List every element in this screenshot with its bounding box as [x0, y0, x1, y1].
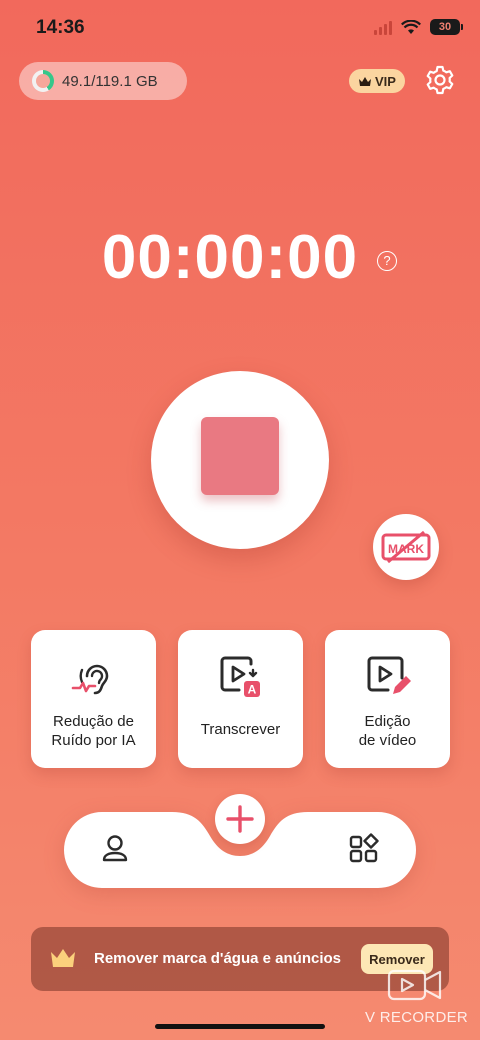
storage-ring-icon [32, 70, 54, 92]
transcribe-card[interactable]: A Transcrever [178, 630, 303, 768]
video-edit-label: Edição de vídeo [359, 712, 417, 750]
recorder-watermark-icon [387, 969, 442, 1001]
transcribe-label-line1: Transcrever [200, 721, 281, 738]
stop-icon [201, 417, 279, 495]
remove-ads-text: Remover marca d'água e anúncios [94, 950, 341, 967]
transcribe-label: Transcrever [201, 720, 280, 739]
noise-reduction-label-line2: Ruído por IA [51, 732, 136, 749]
vip-button[interactable]: VIP [349, 69, 405, 93]
cellular-signal-icon [374, 20, 392, 35]
mark-label: MARK [388, 542, 424, 556]
apps-grid-icon[interactable] [349, 833, 379, 863]
crown-icon [359, 76, 372, 86]
help-icon[interactable]: ? [377, 251, 397, 271]
mark-button[interactable]: MARK [373, 514, 439, 580]
noise-reduction-card[interactable]: Redução de Ruído por IA [31, 630, 156, 768]
storage-text: 49.1/119.1 GB [62, 72, 158, 90]
status-time: 14:36 [36, 17, 85, 38]
battery-icon: 30 [430, 19, 463, 35]
status-bar: 14:36 30 [0, 0, 480, 58]
crown-icon [51, 949, 75, 967]
gear-icon[interactable] [424, 64, 456, 96]
status-icons: 30 [374, 19, 463, 35]
ear-noise-icon [71, 664, 108, 695]
noise-reduction-label-line1: Redução de [53, 713, 134, 730]
battery-level: 30 [438, 21, 452, 33]
record-button[interactable] [151, 371, 329, 549]
vip-label: VIP [375, 73, 396, 89]
storage-indicator[interactable]: 49.1/119.1 GB [19, 62, 187, 100]
home-indicator[interactable] [155, 1024, 325, 1029]
video-edit-icon [367, 656, 411, 694]
mark-icon: MARK [381, 530, 431, 564]
watermark-text: V RECORDER [365, 1009, 469, 1026]
plus-icon [226, 805, 254, 833]
add-button[interactable] [215, 794, 265, 844]
video-edit-card[interactable]: Edição de vídeo [325, 630, 450, 768]
profile-icon[interactable] [100, 833, 130, 863]
svg-text:A: A [247, 683, 256, 697]
noise-reduction-label: Redução de Ruído por IA [51, 712, 135, 750]
transcribe-icon: A [220, 656, 260, 697]
wifi-icon [401, 19, 421, 34]
video-edit-label-line2: de vídeo [358, 732, 417, 749]
video-edit-label-line1: Edição [364, 713, 411, 730]
